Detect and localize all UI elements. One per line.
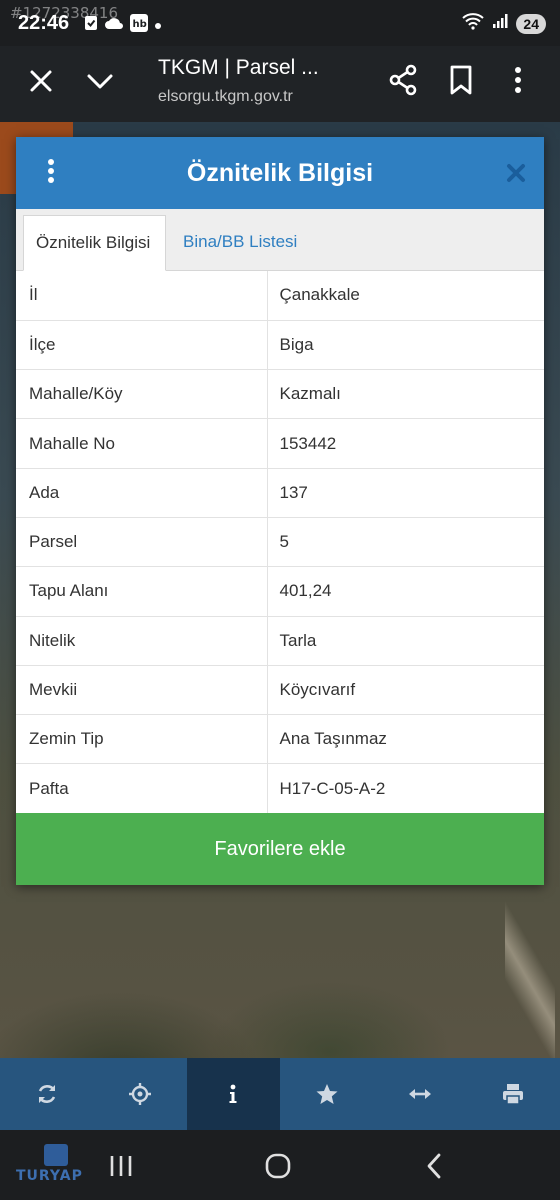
attribute-key: Ada xyxy=(16,468,267,518)
svg-text:hb: hb xyxy=(133,19,147,30)
attribute-value: Çanakkale xyxy=(266,271,544,321)
status-icons: hb xyxy=(84,14,162,37)
tab-attribute-info[interactable]: Öznitelik Bilgisi xyxy=(23,215,166,271)
more-vert-icon[interactable] xyxy=(508,64,528,96)
add-favorite-button[interactable]: Favorilere ekle xyxy=(16,813,544,885)
message-icon xyxy=(84,15,98,36)
refresh-icon xyxy=(38,1085,55,1103)
map-toolbar xyxy=(0,1058,560,1130)
refresh-button[interactable] xyxy=(0,1058,93,1130)
favorites-button[interactable] xyxy=(280,1058,373,1130)
attribute-key: Tapu Alanı xyxy=(16,566,267,617)
attribute-dialog: Öznitelik Bilgisi Öznitelik Bilgisi Bina… xyxy=(16,137,544,885)
wifi-icon xyxy=(462,12,485,35)
print-icon xyxy=(503,1084,524,1105)
battery-indicator: 24 xyxy=(516,13,546,34)
home-icon[interactable] xyxy=(264,1152,292,1180)
table-row: Pafta H17-C-05-A-2 xyxy=(16,763,544,814)
logo: TURYAP xyxy=(16,1144,96,1188)
locate-button[interactable] xyxy=(93,1058,186,1130)
page-url[interactable]: elsorgu.tkgm.gov.tr xyxy=(158,88,293,106)
signal-icon xyxy=(492,13,508,34)
dot-icon xyxy=(154,17,162,35)
measure-button[interactable] xyxy=(373,1058,466,1130)
browser-bar: TKGM | Parsel ... elsorgu.tkgm.gov.tr xyxy=(0,46,560,122)
attribute-key: Pafta xyxy=(16,763,267,814)
hb-icon: hb xyxy=(130,14,148,37)
attribute-value: Tarla xyxy=(266,616,544,666)
attribute-key: İl xyxy=(16,271,267,321)
dialog-tabs: Öznitelik Bilgisi Bina/BB Listesi xyxy=(16,209,544,271)
close-icon[interactable] xyxy=(26,66,56,96)
dialog-header: Öznitelik Bilgisi xyxy=(16,137,544,209)
logo-text: TURYAP xyxy=(16,1168,83,1184)
attribute-key: Zemin Tip xyxy=(16,714,267,765)
attribute-key: Mahalle No xyxy=(16,418,267,469)
attribute-key: Mevkii xyxy=(16,665,267,716)
attribute-key: Parsel xyxy=(16,517,267,568)
table-row: Mahalle/Köy Kazmalı xyxy=(16,369,544,420)
crosshair-icon xyxy=(128,1083,151,1105)
status-time: 22:46 xyxy=(18,12,70,34)
attribute-value: Kazmalı xyxy=(266,369,544,420)
back-icon[interactable] xyxy=(424,1152,444,1180)
cloud-icon xyxy=(104,16,124,35)
table-row: Mahalle No 153442 xyxy=(16,418,544,469)
page-title: TKGM | Parsel ... xyxy=(158,56,319,79)
attribute-key: Mahalle/Köy xyxy=(16,369,267,420)
table-row: İl Çanakkale xyxy=(16,271,544,321)
chevron-down-icon[interactable] xyxy=(84,66,116,96)
table-row: Zemin Tip Ana Taşınmaz xyxy=(16,714,544,765)
attribute-value: 5 xyxy=(266,517,544,568)
recents-icon[interactable] xyxy=(108,1154,134,1178)
attribute-value: H17-C-05-A-2 xyxy=(266,763,544,814)
system-nav-bar: TURYAP xyxy=(0,1130,560,1200)
dialog-title: Öznitelik Bilgisi xyxy=(186,159,374,187)
table-row: Ada 137 xyxy=(16,468,544,518)
attribute-value: 137 xyxy=(266,468,544,518)
status-bar: #1272338416 22:46 hb 24 xyxy=(0,0,560,46)
attribute-value: Köycıvarıf xyxy=(266,665,544,716)
share-icon[interactable] xyxy=(388,64,418,96)
attribute-table: İl Çanakkale İlçe Biga Mahalle/Köy Kazmalı Mah… xyxy=(16,271,544,814)
dialog-close-icon[interactable] xyxy=(504,161,528,185)
measure-icon xyxy=(408,1089,431,1099)
info-button[interactable] xyxy=(186,1058,280,1130)
table-row: Mevkii Köycıvarıf xyxy=(16,665,544,716)
table-row: Parsel 5 xyxy=(16,517,544,568)
status-right: 24 xyxy=(462,12,546,35)
bookmark-icon[interactable] xyxy=(448,64,474,96)
table-row: Tapu Alanı 401,24 xyxy=(16,566,544,617)
attribute-key: Nitelik xyxy=(16,616,267,666)
attribute-key: İlçe xyxy=(16,320,267,371)
table-row: İlçe Biga xyxy=(16,320,544,371)
logo-mark xyxy=(44,1144,68,1166)
tab-building-list[interactable]: Bina/BB Listesi xyxy=(171,215,309,271)
info-icon xyxy=(229,1084,237,1103)
attribute-value: 401,24 xyxy=(266,566,544,617)
print-button[interactable] xyxy=(467,1058,560,1130)
map-road xyxy=(505,880,555,1060)
attribute-value: 153442 xyxy=(266,418,544,469)
table-row: Nitelik Tarla xyxy=(16,616,544,666)
star-icon xyxy=(316,1084,338,1104)
attribute-value: Biga xyxy=(266,320,544,371)
attribute-value: Ana Taşınmaz xyxy=(266,714,544,765)
